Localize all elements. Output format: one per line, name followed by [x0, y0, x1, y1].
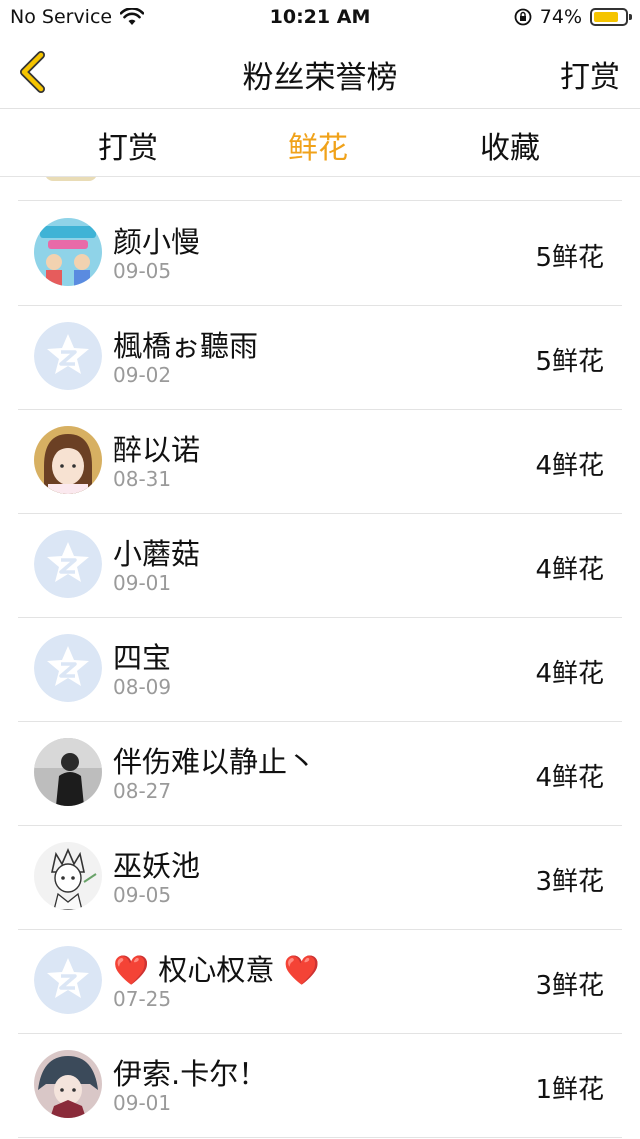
- avatar: [34, 842, 102, 910]
- tab-bar: 打赏 鲜花 收藏: [0, 109, 640, 177]
- fan-name: 伊索.卡尔！: [113, 1057, 268, 1091]
- list-item[interactable]: 楓橋ぉ聽雨 09-02 5鲜花: [18, 305, 622, 410]
- fan-date: 08-31: [113, 467, 172, 491]
- list-item[interactable]: 四宝 08-09 4鲜花: [18, 617, 622, 722]
- girl-photo-avatar-icon: [34, 426, 102, 494]
- battery-icon: [590, 8, 632, 26]
- nav-bar: 粉丝荣誉榜 打赏: [0, 36, 640, 108]
- fan-name: 巫妖池: [113, 849, 201, 883]
- sketch-avatar-icon: [34, 842, 102, 910]
- fan-date: 09-05: [113, 883, 172, 907]
- reward-button[interactable]: 打赏: [560, 52, 620, 96]
- fan-name: 四宝: [113, 641, 172, 675]
- flower-count: 4鲜花: [535, 451, 604, 481]
- list-item[interactable]: 伊索.卡尔！ 09-01 1鲜花: [18, 1033, 622, 1138]
- default-avatar-icon: [34, 634, 102, 702]
- tab-reward[interactable]: 打赏: [68, 123, 188, 167]
- flower-count: 4鲜花: [535, 763, 604, 793]
- flower-count: 3鲜花: [535, 971, 604, 1001]
- list-item[interactable]: 伴伤难以静止丶 08-27 4鲜花: [18, 721, 622, 826]
- anime-avatar-icon: [34, 1050, 102, 1118]
- default-avatar-icon: [34, 530, 102, 598]
- status-right: 74%: [514, 6, 632, 28]
- fan-date: 08-27: [113, 779, 172, 803]
- flower-count: 4鲜花: [535, 659, 604, 689]
- avatar: [34, 426, 102, 494]
- avatar: [34, 1050, 102, 1118]
- fan-date: 09-01: [113, 1091, 172, 1115]
- fan-date: 08-09: [113, 675, 172, 699]
- list-item[interactable]: ❤️ 权心权意 ❤️ 07-25 3鲜花: [18, 929, 622, 1034]
- fan-name: 颜小慢: [113, 225, 201, 259]
- list-item[interactable]: 颜小慢 09-05 5鲜花: [18, 201, 622, 306]
- fan-date: 09-02: [113, 363, 172, 387]
- fan-date: 09-01: [113, 571, 172, 595]
- list-item[interactable]: 小蘑菇 09-01 4鲜花: [18, 513, 622, 618]
- fan-date: 07-25: [113, 987, 172, 1011]
- rotation-lock-icon: [514, 8, 532, 26]
- book-cover-avatar-icon: [34, 218, 102, 286]
- battery-percent: 74%: [539, 6, 582, 28]
- flower-count: 4鲜花: [535, 555, 604, 585]
- fan-name: 楓橋ぉ聽雨: [113, 329, 259, 363]
- avatar: [34, 634, 102, 702]
- flower-count: 3鲜花: [535, 867, 604, 897]
- avatar: [34, 738, 102, 806]
- list-item[interactable]: 巫妖池 09-05 3鲜花: [18, 825, 622, 930]
- tab-favorites[interactable]: 收藏: [450, 123, 570, 167]
- fan-name: 小蘑菇: [113, 537, 201, 571]
- page-title: 粉丝荣誉榜: [242, 60, 398, 96]
- fan-name: 醉以诺: [113, 433, 201, 467]
- bw-photo-avatar-icon: [34, 738, 102, 806]
- flower-count: 1鲜花: [535, 1075, 604, 1105]
- fan-list[interactable]: 颜小慢 09-05 5鲜花 楓橋ぉ聽雨 09-02 5鲜花 醉以诺 08-31 …: [0, 177, 640, 1139]
- avatar: [34, 218, 102, 286]
- status-bar: No Service 10:21 AM 74%: [0, 0, 640, 36]
- default-avatar-icon: [34, 946, 102, 1014]
- fan-date: 09-05: [113, 259, 172, 283]
- flower-count: 5鲜花: [535, 243, 604, 273]
- avatar: [34, 322, 102, 390]
- default-avatar-icon: [34, 322, 102, 390]
- avatar: [34, 946, 102, 1014]
- flower-count: 5鲜花: [535, 347, 604, 377]
- avatar: [34, 530, 102, 598]
- fan-name: ❤️ 权心权意 ❤️: [113, 953, 320, 987]
- tab-flowers[interactable]: 鲜花: [258, 123, 378, 167]
- avatar: [45, 177, 97, 181]
- fan-name: 伴伤难以静止丶: [113, 745, 317, 779]
- list-item[interactable]: 醉以诺 08-31 4鲜花: [18, 409, 622, 514]
